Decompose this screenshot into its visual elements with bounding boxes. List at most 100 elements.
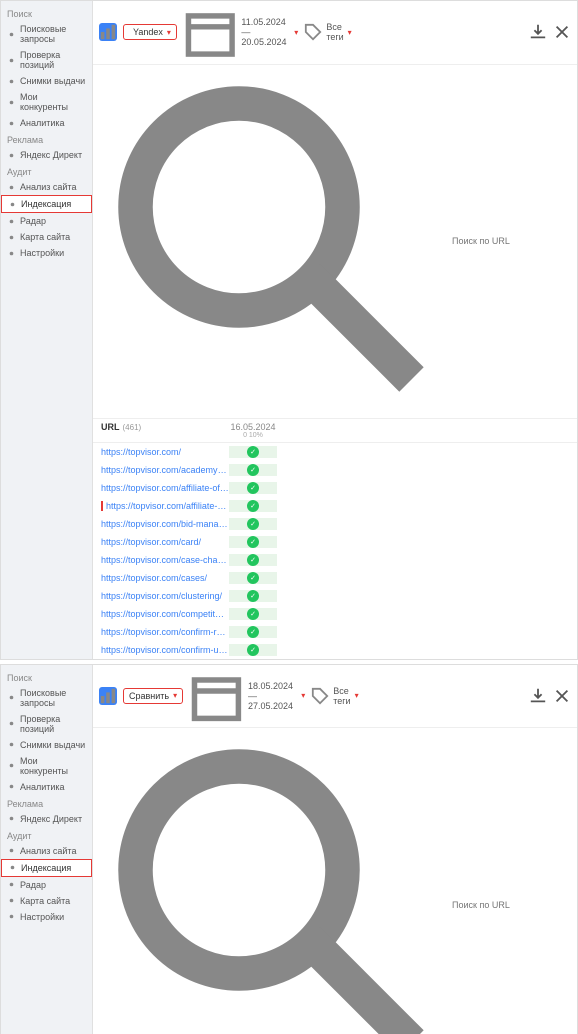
url-link[interactable]: https://topvisor.com/case-championship/: [101, 555, 229, 565]
sidebar-item-3[interactable]: Мои конкуренты: [1, 89, 92, 115]
toolbar: YYandex▾ 11.05.2024 — 20.05.2024▾ Все теги…: [93, 1, 577, 65]
table-row: https://topvisor.com/bid-manager/ ✓: [93, 515, 577, 533]
panel-1: ПоискПоисковые запросыПроверка позицийСн…: [0, 0, 578, 660]
sidebar-item-Анализ сайта[interactable]: Анализ сайта: [1, 843, 92, 859]
chart-button[interactable]: [99, 23, 117, 41]
search-input[interactable]: [452, 236, 569, 246]
sb-group-ads: Реклама: [1, 795, 92, 811]
panel-2: ПоискПоисковые запросыПроверка позицийСн…: [0, 664, 578, 1034]
url-link[interactable]: https://topvisor.com/competitor-research…: [101, 609, 229, 619]
url-link[interactable]: https://topvisor.com/confirm-rub/: [101, 627, 229, 637]
sidebar-item-Индексация[interactable]: Индексация: [1, 859, 92, 877]
check-icon: ✓: [247, 608, 259, 620]
check-icon: ✓: [247, 518, 259, 530]
sidebar-item-Карта сайта[interactable]: Карта сайта: [1, 893, 92, 909]
table-row: https://topvisor.com/confirm-usd/ ✓: [93, 641, 577, 659]
sidebar-item-Индексация[interactable]: Индексация: [1, 195, 92, 213]
status-cell: ✓: [229, 536, 277, 548]
url-link[interactable]: https://topvisor.com/affiliate-offer/: [101, 483, 229, 493]
sidebar-item-Настройки[interactable]: Настройки: [1, 909, 92, 925]
url-link[interactable]: https://topvisor.com/academy-seo-start/: [101, 465, 229, 475]
check-icon: ✓: [247, 536, 259, 548]
table-row: https://topvisor.com/affiliate-offer/ ✓: [93, 479, 577, 497]
sidebar-item-4[interactable]: Аналитика: [1, 779, 92, 795]
tags-select[interactable]: Все теги▾: [304, 22, 351, 42]
check-icon: ✓: [247, 590, 259, 602]
table-row: https://topvisor.com/confirm-rub/ ✓: [93, 623, 577, 641]
table-row: https://topvisor.com/clustering/ ✓: [93, 587, 577, 605]
url-link[interactable]: https://topvisor.com/affiliate-program/: [101, 501, 229, 511]
sidebar-item-Карта сайта[interactable]: Карта сайта: [1, 229, 92, 245]
sb-group-search: Поиск: [1, 5, 92, 21]
tools-button[interactable]: [553, 687, 571, 705]
toolbar: Сравнить▾ 18.05.2024 — 27.05.2024▾ Все тег…: [93, 665, 577, 729]
status-cell: ✓: [229, 554, 277, 566]
sidebar-item-ads[interactable]: Яндекс Директ: [1, 811, 92, 827]
table-row: https://topvisor.com/ ✓: [93, 443, 577, 461]
selector-dropdown[interactable]: Сравнить▾: [123, 688, 183, 704]
selector-dropdown[interactable]: YYandex▾: [123, 24, 177, 40]
url-link[interactable]: https://topvisor.com/cases/: [101, 573, 229, 583]
sb-group-search: Поиск: [1, 669, 92, 685]
table-row: https://topvisor.com/affiliate-program/ ✓: [93, 497, 577, 515]
status-cell: ✓: [229, 482, 277, 494]
status-cell: ✓: [229, 572, 277, 584]
sb-group-ads: Реклама: [1, 131, 92, 147]
sidebar: ПоискПоисковые запросыПроверка позицийСн…: [1, 1, 93, 659]
date-range[interactable]: 18.05.2024 — 27.05.2024▾: [189, 669, 305, 724]
url-link[interactable]: https://topvisor.com/confirm-usd/: [101, 645, 229, 655]
url-link[interactable]: https://topvisor.com/card/: [101, 537, 229, 547]
tools-button[interactable]: [553, 23, 571, 41]
sidebar-item-Анализ сайта[interactable]: Анализ сайта: [1, 179, 92, 195]
check-icon: ✓: [247, 482, 259, 494]
status-cell: ✓: [229, 590, 277, 602]
status-cell: ✓: [229, 446, 277, 458]
check-icon: ✓: [247, 500, 259, 512]
date-col: 16.05.20240 10%: [229, 422, 277, 439]
check-icon: ✓: [247, 464, 259, 476]
sidebar-item-3[interactable]: Мои конкуренты: [1, 753, 92, 779]
search-input[interactable]: [452, 900, 569, 910]
table-row: https://topvisor.com/cases/ ✓: [93, 569, 577, 587]
status-cell: ✓: [229, 608, 277, 620]
sidebar-item-ads[interactable]: Яндекс Директ: [1, 147, 92, 163]
table-row: https://topvisor.com/academy-seo-start/ ✓: [93, 461, 577, 479]
chart-button[interactable]: [99, 687, 117, 705]
table-row: https://topvisor.com/competitor-research…: [93, 605, 577, 623]
sb-group-audit: Аудит: [1, 827, 92, 843]
check-icon: ✓: [247, 446, 259, 458]
status-cell: ✓: [229, 644, 277, 656]
sidebar-item-1[interactable]: Проверка позиций: [1, 47, 92, 73]
table-header: URL(461)16.05.20240 10%: [93, 419, 577, 443]
sidebar-item-1[interactable]: Проверка позиций: [1, 711, 92, 737]
sidebar-item-Радар[interactable]: Радар: [1, 213, 92, 229]
sidebar-item-Радар[interactable]: Радар: [1, 877, 92, 893]
url-link[interactable]: https://topvisor.com/: [101, 447, 229, 457]
status-cell: ✓: [229, 500, 277, 512]
status-cell: ✓: [229, 464, 277, 476]
check-icon: ✓: [247, 572, 259, 584]
url-link[interactable]: https://topvisor.com/clustering/: [101, 591, 229, 601]
export-button[interactable]: [529, 687, 547, 705]
table-row: https://topvisor.com/case-championship/ ✓: [93, 551, 577, 569]
sidebar-item-2[interactable]: Снимки выдачи: [1, 737, 92, 753]
check-icon: ✓: [247, 644, 259, 656]
search-row: [93, 65, 577, 419]
sidebar-item-0[interactable]: Поисковые запросы: [1, 21, 92, 47]
table-row: https://topvisor.com/card/ ✓: [93, 533, 577, 551]
sidebar: ПоискПоисковые запросыПроверка позицийСн…: [1, 665, 93, 1034]
check-icon: ✓: [247, 554, 259, 566]
date-range[interactable]: 11.05.2024 — 20.05.2024▾: [183, 5, 298, 60]
status-cell: ✓: [229, 626, 277, 638]
sidebar-item-0[interactable]: Поисковые запросы: [1, 685, 92, 711]
tags-select[interactable]: Все теги▾: [311, 686, 358, 706]
sidebar-item-2[interactable]: Снимки выдачи: [1, 73, 92, 89]
search-row: [93, 728, 577, 1034]
sb-group-audit: Аудит: [1, 163, 92, 179]
export-button[interactable]: [529, 23, 547, 41]
sidebar-item-Настройки[interactable]: Настройки: [1, 245, 92, 261]
sidebar-item-4[interactable]: Аналитика: [1, 115, 92, 131]
check-icon: ✓: [247, 626, 259, 638]
status-cell: ✓: [229, 518, 277, 530]
url-link[interactable]: https://topvisor.com/bid-manager/: [101, 519, 229, 529]
